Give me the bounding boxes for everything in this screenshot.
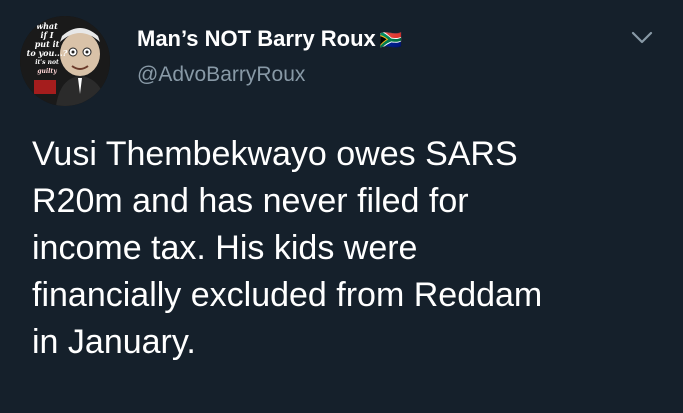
chevron-down-icon[interactable] bbox=[631, 31, 653, 45]
flag-badge: 🇿🇦 bbox=[379, 30, 403, 50]
author-name-row[interactable]: Man’s NOT Barry Roux 🇿🇦 bbox=[137, 26, 402, 52]
tweet-card[interactable]: what if I put it to you...? it's not gui… bbox=[0, 0, 683, 413]
avatar-caption: what if I put it to you...? it's not gui… bbox=[26, 21, 68, 76]
tweet-text: Vusi Thembekwayo owes SARS R20m and has … bbox=[32, 135, 543, 361]
display-name[interactable]: Man’s NOT Barry Roux bbox=[137, 26, 376, 51]
avatar[interactable]: what if I put it to you...? it's not gui… bbox=[20, 16, 110, 106]
user-handle[interactable]: @AdvoBarryRoux bbox=[137, 63, 305, 87]
